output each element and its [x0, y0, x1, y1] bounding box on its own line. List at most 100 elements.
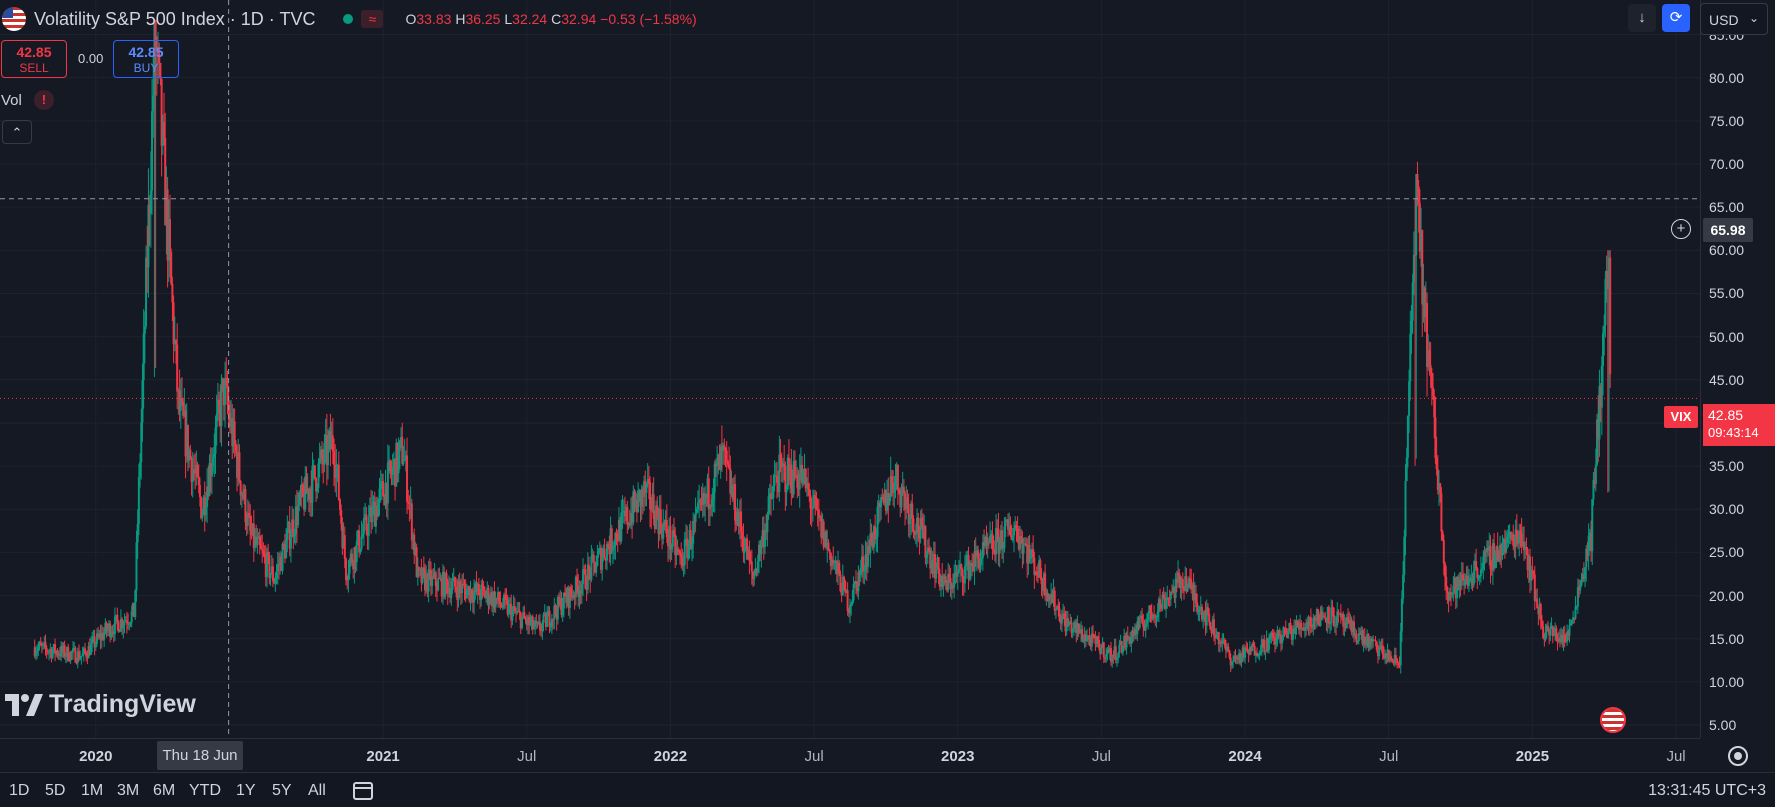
- candle-body: [1609, 257, 1612, 374]
- ohlc-values: O33.83 H36.25 L32.24 C32.94 −0.53 (−1.58…: [405, 11, 697, 27]
- candle-body: [1208, 614, 1211, 622]
- range-button-ytd[interactable]: YTD: [189, 782, 221, 800]
- sell-price: 42.85: [16, 44, 52, 60]
- candle-body: [382, 480, 385, 497]
- price-tick-label: 35.00: [1709, 458, 1745, 475]
- price-tick-label: 70.00: [1709, 156, 1745, 172]
- time-tick-label: 2022: [653, 748, 688, 765]
- candle-body: [750, 561, 753, 572]
- price-tick-label: 10.00: [1709, 673, 1745, 690]
- range-button-1m[interactable]: 1M: [81, 782, 103, 800]
- candle-body: [198, 485, 201, 498]
- candle-body: [343, 535, 346, 559]
- candle-body: [1263, 640, 1266, 653]
- buy-label: BUY: [133, 61, 159, 75]
- candle-body: [313, 465, 316, 479]
- range-button-all[interactable]: All: [308, 782, 326, 800]
- chart-header: Volatility S&P 500 Index · 1D · TVC ≈ O3…: [0, 0, 697, 38]
- tradingview-logo-text: TradingView: [49, 690, 196, 718]
- price-tick-label: 45.00: [1709, 371, 1745, 388]
- price-scale[interactable]: 85.0080.0075.0070.0065.0060.0055.0050.00…: [1700, 0, 1775, 738]
- time-tick-label: Jul: [1666, 748, 1686, 765]
- range-button-3m[interactable]: 3M: [117, 782, 139, 800]
- price-tick-label: 75.00: [1709, 112, 1745, 129]
- candle-body: [1374, 640, 1377, 642]
- open-value: 33.83: [416, 11, 452, 27]
- time-scale[interactable]: 2020 2021 Jul 2022 Jul 2023 Jul 2024 Jul 2025 Jul …: [0, 738, 1748, 793]
- price-tick-label: 80.00: [1709, 69, 1745, 86]
- clock[interactable]: 13:31:45 UTC+3: [1648, 782, 1766, 800]
- candle-body: [1138, 617, 1141, 629]
- currency-select[interactable]: USD ⌄: [1700, 3, 1768, 35]
- candle-body: [753, 575, 756, 579]
- candle-body: [1004, 521, 1007, 527]
- time-tick-label: 2024: [1228, 748, 1262, 765]
- high-value: 36.25: [465, 11, 501, 27]
- tradingview-logo[interactable]: TradingView: [5, 690, 196, 719]
- calendar-icon[interactable]: [353, 782, 373, 800]
- gear-icon[interactable]: [1728, 746, 1748, 766]
- price-tick-label: 25.00: [1709, 544, 1745, 561]
- last-price-label: 42.85 09:43:14: [1703, 404, 1775, 446]
- candle-body: [694, 513, 697, 523]
- price-tick-label: 65.00: [1709, 199, 1745, 216]
- chevron-down-icon: ⌄: [1748, 11, 1759, 25]
- candle-body: [1591, 499, 1594, 552]
- candle-body: [896, 465, 899, 490]
- price-tick-label: 15.00: [1709, 630, 1745, 647]
- warning-icon[interactable]: !: [33, 90, 54, 110]
- sync-button[interactable]: ⟳: [1662, 4, 1690, 32]
- candle-body: [1100, 648, 1103, 655]
- us-flag-icon: [1600, 707, 1626, 733]
- add-alert-plus-icon[interactable]: +: [1671, 219, 1691, 239]
- candle-body: [603, 548, 606, 559]
- sync-icon: ⟳: [1669, 9, 1683, 26]
- change-value: −0.53 (−1.58%): [600, 11, 697, 27]
- collapse-button[interactable]: ⌃: [2, 120, 32, 144]
- candle-body: [238, 452, 241, 482]
- time-tick-label: Jul: [1091, 748, 1111, 765]
- range-button-6m[interactable]: 6M: [153, 782, 175, 800]
- range-button-1y[interactable]: 1Y: [236, 782, 256, 800]
- candle-body: [546, 615, 549, 627]
- candle-body: [169, 219, 171, 252]
- candle-body: [289, 537, 292, 549]
- range-button-5y[interactable]: 5Y: [272, 782, 292, 800]
- tradingview-logo-icon: [5, 693, 43, 716]
- crosshair-date-label: Thu 18 Jun '20: [157, 741, 243, 793]
- candle-body: [846, 590, 849, 611]
- price-chart[interactable]: [0, 0, 1700, 738]
- volume-indicator[interactable]: Vol !: [1, 90, 54, 110]
- candle-body: [367, 516, 370, 537]
- price-tick-label: 5.00: [1709, 717, 1737, 734]
- range-button-1d[interactable]: 1D: [9, 782, 29, 800]
- candle-body: [451, 581, 454, 590]
- chart-area[interactable]: [0, 0, 1700, 738]
- candle-body: [595, 565, 598, 573]
- close-value: 32.94: [561, 11, 597, 27]
- buy-price: 42.85: [128, 44, 164, 60]
- time-tick-label: 2023: [941, 748, 975, 765]
- candle-body: [828, 549, 831, 553]
- candle-body: [402, 460, 405, 464]
- time-tick-label: 2021: [366, 748, 400, 765]
- time-tick-label: 2025: [1515, 748, 1550, 765]
- download-icon: ↓: [1638, 9, 1646, 26]
- last-price: 42.85: [1708, 407, 1744, 423]
- time-tick-label: Jul: [804, 748, 824, 765]
- candle-body: [1440, 493, 1443, 532]
- candle-body: [592, 554, 595, 563]
- sell-button[interactable]: 42.85 SELL: [1, 40, 67, 78]
- candle-body: [725, 450, 728, 462]
- candle-body: [80, 655, 83, 658]
- candle-body: [1568, 625, 1571, 636]
- buy-button[interactable]: 42.85 BUY: [113, 40, 179, 78]
- download-button[interactable]: ↓: [1628, 4, 1656, 32]
- candle-body: [1102, 642, 1105, 658]
- symbol-title[interactable]: Volatility S&P 500 Index · 1D · TVC: [34, 9, 315, 30]
- low-value: 32.24: [512, 11, 548, 27]
- candle-body: [337, 464, 340, 500]
- range-button-5d[interactable]: 5D: [45, 782, 65, 800]
- candle-body: [520, 616, 523, 629]
- price-tick-label: 50.00: [1709, 328, 1745, 345]
